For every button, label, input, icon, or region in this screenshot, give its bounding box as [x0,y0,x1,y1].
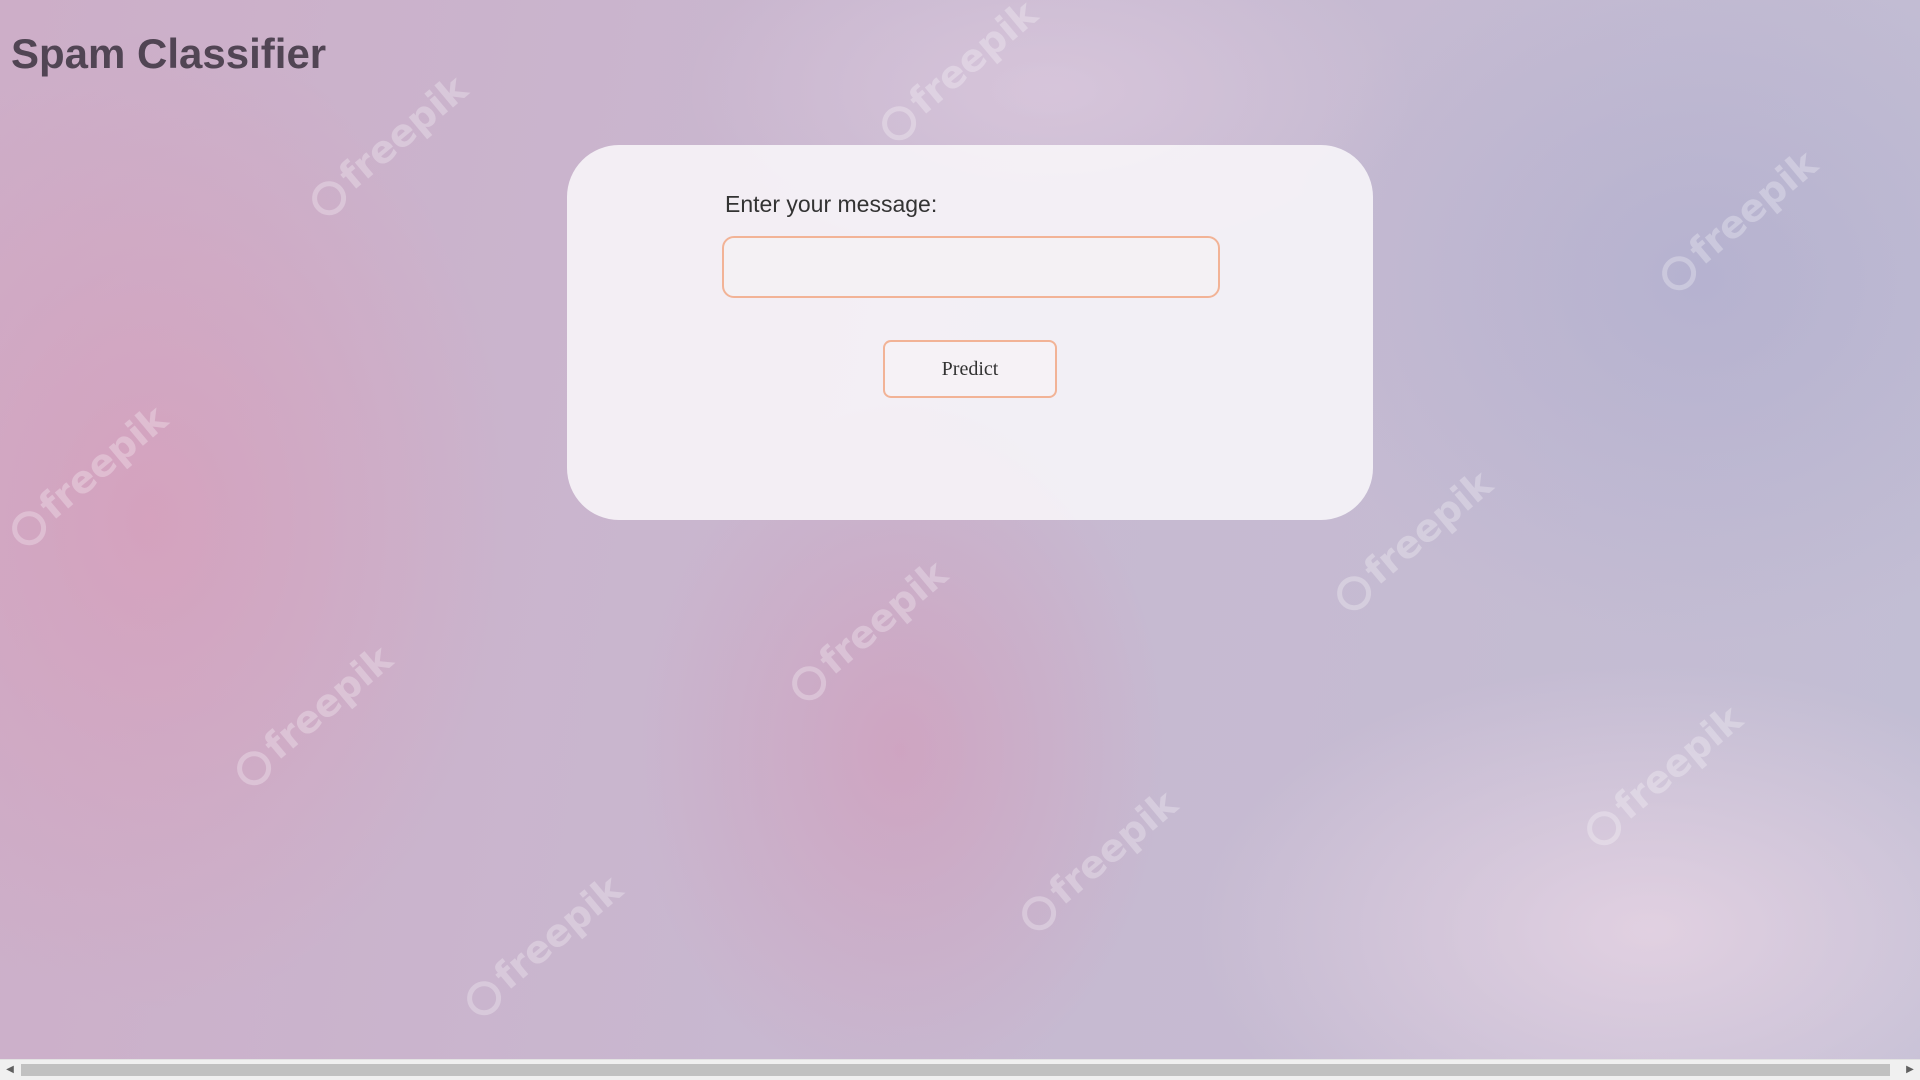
triangle-right-icon[interactable]: ▶ [1900,1060,1920,1080]
message-label: Enter your message: [725,191,938,217]
watermark: freepik [225,636,401,793]
watermark: freepik [300,66,476,223]
triangle-left-icon[interactable]: ◀ [0,1060,20,1080]
watermark: freepik [1010,781,1186,938]
classifier-card: Enter your message: Predict [567,145,1373,520]
predict-button[interactable]: Predict [883,340,1057,398]
page: freepik freepik freepik freepik freepik … [0,0,1920,1080]
watermark: freepik [455,866,631,1023]
message-input[interactable] [722,236,1220,298]
watermark: freepik [0,396,176,553]
horizontal-scrollbar[interactable]: ◀ ▶ [0,1059,1920,1080]
watermark: freepik [780,551,956,708]
watermark: freepik [1575,696,1751,853]
scrollbar-thumb[interactable] [21,1064,1890,1076]
watermark: freepik [1650,141,1826,298]
watermark: freepik [870,0,1046,149]
page-title: Spam Classifier [11,30,327,77]
